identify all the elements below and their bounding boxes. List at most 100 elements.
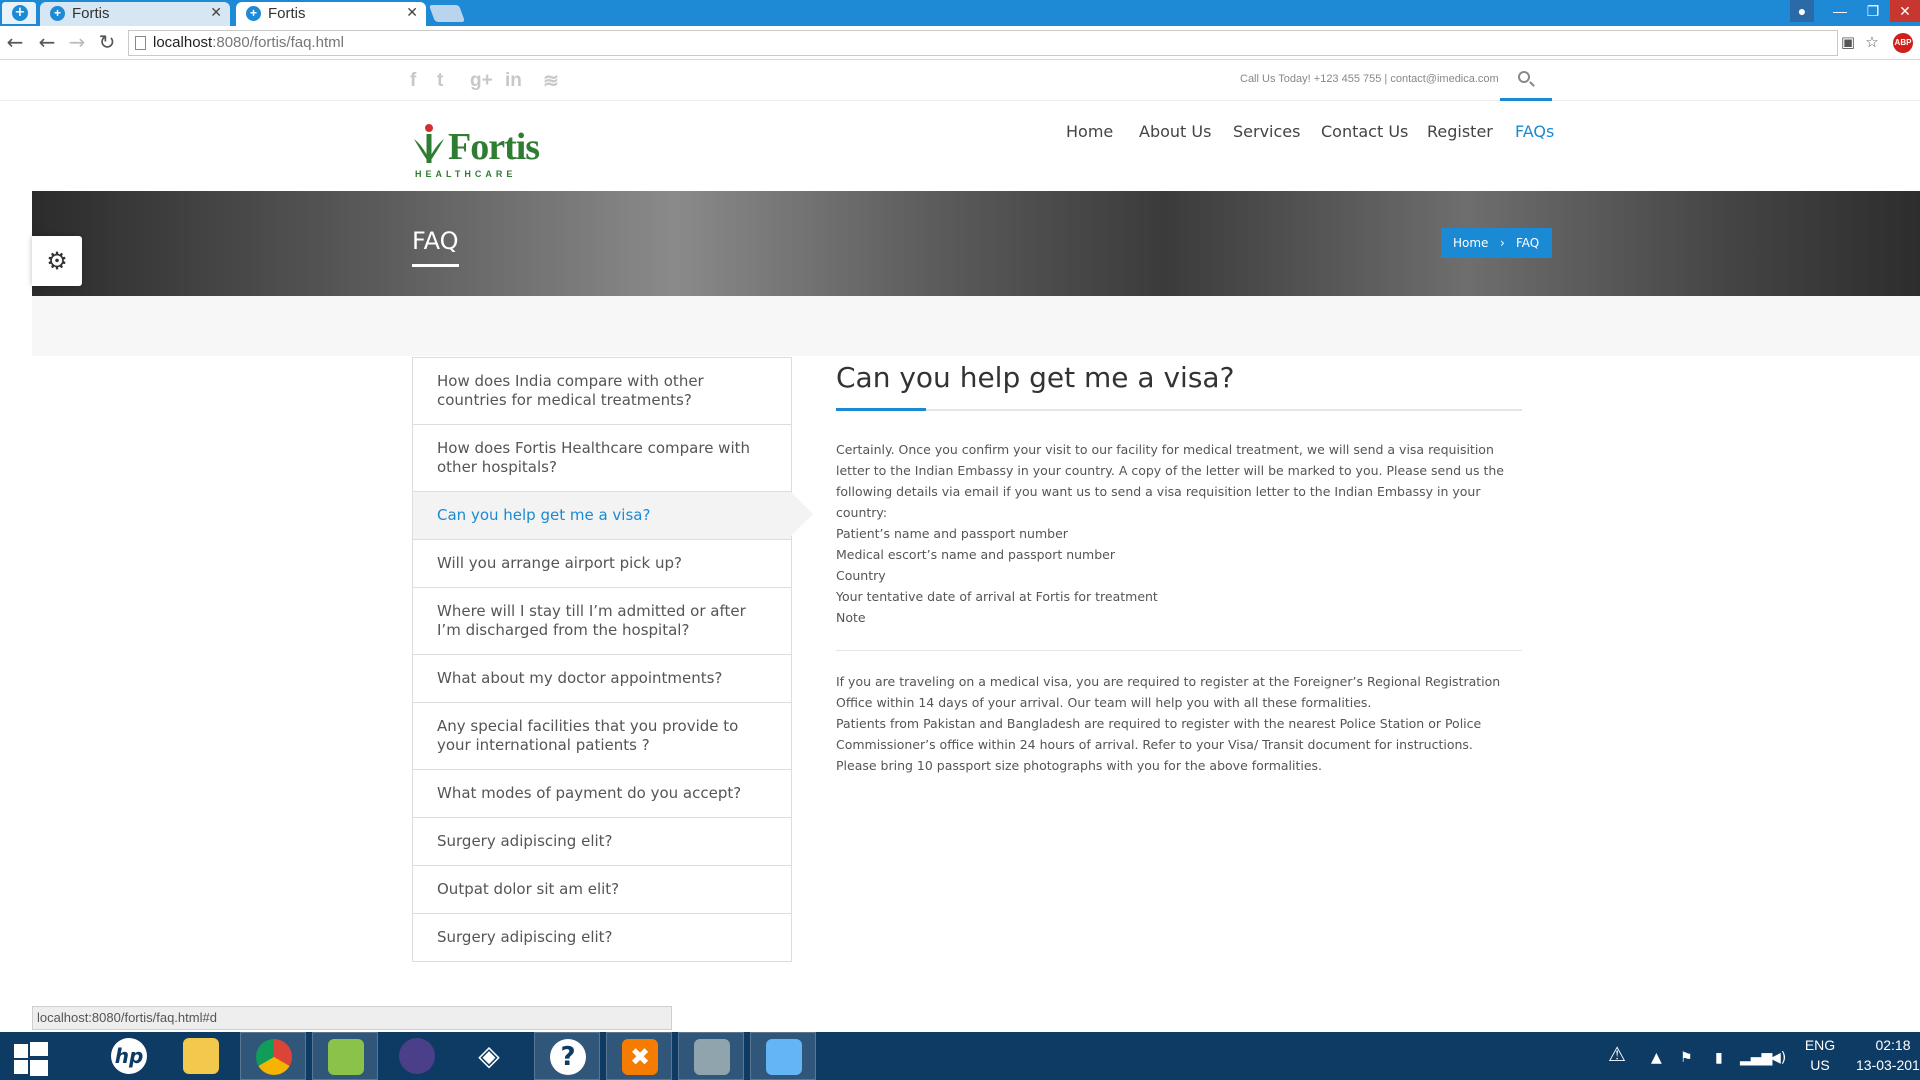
forward-button[interactable]: → xyxy=(66,31,88,53)
faq-item[interactable]: How does India compare with other countr… xyxy=(413,358,791,425)
nav-home[interactable]: Home xyxy=(1066,122,1113,141)
fortis-favicon-icon: + xyxy=(50,6,65,21)
faq-item-active[interactable]: Can you help get me a visa? xyxy=(413,492,813,540)
nav-faqs[interactable]: FAQs xyxy=(1515,122,1554,141)
eclipse-icon[interactable] xyxy=(384,1032,450,1080)
close-window-button[interactable]: ✕ xyxy=(1890,0,1920,22)
title-divider xyxy=(836,408,1522,411)
taskbar: hp ◈ ? ✖ ⚠ ▲ ⚑ ▮ ▂▄▆ ◀) ENG US 02:18 13-… xyxy=(0,1032,1920,1080)
site-header: Fortis HEALTHCARE Home About Us Services… xyxy=(0,101,1920,191)
page-icon xyxy=(135,36,146,50)
plus-icon: + xyxy=(12,5,28,21)
note-item: Please bring 10 passport size photograph… xyxy=(836,758,1323,773)
faq-item[interactable]: Any special facilities that you provide … xyxy=(413,703,791,770)
twitter-icon[interactable]: t xyxy=(437,70,443,92)
note-item: If you are traveling on a medical visa, … xyxy=(836,674,1501,710)
back-arrow-icon[interactable]: ← xyxy=(4,31,26,53)
breadcrumb-home[interactable]: Home xyxy=(1453,228,1488,258)
address-bar[interactable]: localhost:8080/fortis/faq.html xyxy=(128,30,1838,56)
contact-info: Call Us Today! +123 455 755 | contact@im… xyxy=(1240,73,1499,85)
file-explorer-icon[interactable] xyxy=(168,1032,234,1080)
linkedin-icon[interactable]: in xyxy=(505,70,522,92)
breadcrumb-current: FAQ xyxy=(1516,236,1540,250)
faq-item[interactable]: What modes of payment do you accept? xyxy=(413,770,791,818)
language-region[interactable]: US xyxy=(1800,1057,1840,1073)
faq-item[interactable]: Outpat dolor sit am elit? xyxy=(413,866,791,914)
language-indicator[interactable]: ENG xyxy=(1800,1037,1840,1053)
light-band xyxy=(32,296,1920,356)
paint-icon[interactable] xyxy=(678,1032,744,1080)
faq-item[interactable]: What about my doctor appointments? xyxy=(413,655,791,703)
help-icon[interactable]: ? xyxy=(534,1032,600,1080)
rss-icon[interactable]: ≋ xyxy=(543,70,559,93)
faq-item[interactable]: How does Fortis Healthcare compare with … xyxy=(413,425,791,492)
note-label: Note xyxy=(836,610,866,625)
page-banner: FAQ Home › FAQ xyxy=(32,191,1920,296)
help-warning-icon[interactable]: ⚠ xyxy=(1608,1042,1626,1066)
translate-icon[interactable]: ▣ xyxy=(1838,32,1858,52)
search-button[interactable] xyxy=(1500,60,1552,101)
top-info-bar: f t g+ in ≋ Call Us Today! +123 455 755 … xyxy=(0,60,1920,101)
clock-date[interactable]: 13-03-201 xyxy=(1856,1057,1920,1073)
notepad-icon[interactable] xyxy=(312,1032,378,1080)
detail-item: Medical escort’s name and passport numbe… xyxy=(836,547,1115,562)
new-tab-button[interactable] xyxy=(428,5,466,22)
close-icon[interactable]: ✕ xyxy=(406,4,418,21)
nav-services[interactable]: Services xyxy=(1233,122,1300,141)
xampp-icon[interactable]: ✖ xyxy=(606,1032,672,1080)
chevron-up-icon[interactable]: ▲ xyxy=(1651,1050,1662,1066)
faq-item[interactable]: Surgery adipiscing elit? xyxy=(413,818,791,866)
volume-icon[interactable]: ◀) xyxy=(1770,1050,1786,1066)
bookmark-star-icon[interactable]: ☆ xyxy=(1862,32,1882,52)
maximize-button[interactable]: ❐ xyxy=(1858,0,1888,22)
back-button[interactable]: ← xyxy=(36,31,58,53)
user-icon[interactable]: ● xyxy=(1790,0,1814,22)
browser-tab[interactable]: + Fortis ✕ xyxy=(40,2,230,26)
faq-item[interactable]: Will you arrange airport pick up? xyxy=(413,540,791,588)
close-icon[interactable]: ✕ xyxy=(210,4,222,21)
breadcrumb: Home › FAQ xyxy=(1441,228,1552,258)
chrome-menu-tab[interactable]: + xyxy=(2,2,36,24)
facebook-icon[interactable]: f xyxy=(410,70,416,92)
answer-body: Certainly. Once you confirm your visit t… xyxy=(836,439,1522,776)
google-plus-icon[interactable]: g+ xyxy=(470,70,493,92)
browser-tab-active[interactable]: + Fortis ✕ xyxy=(236,2,426,26)
flag-icon[interactable]: ⚑ xyxy=(1680,1050,1693,1066)
faq-item[interactable]: Surgery adipiscing elit? xyxy=(413,914,791,962)
logo-wordmark: Fortis xyxy=(448,126,540,168)
chrome-icon[interactable] xyxy=(240,1032,306,1080)
answer-intro: Certainly. Once you confirm your visit t… xyxy=(836,442,1504,520)
clock-time[interactable]: 02:18 xyxy=(1866,1037,1920,1053)
adblock-icon[interactable]: ABP xyxy=(1893,33,1913,53)
question-title: Can you help get me a visa? xyxy=(836,361,1235,394)
settings-button[interactable]: ⚙ xyxy=(32,236,82,286)
browser-toolbar: ← ← → ↻ localhost:8080/fortis/faq.html ▣… xyxy=(0,26,1920,60)
nav-register[interactable]: Register xyxy=(1427,122,1493,141)
title-underline xyxy=(412,264,459,267)
gear-icon: ⚙ xyxy=(46,247,68,275)
search-icon xyxy=(1518,71,1530,83)
tab-title: Fortis xyxy=(72,5,110,22)
fortis-logo[interactable]: Fortis HEALTHCARE xyxy=(412,117,544,183)
divider xyxy=(836,650,1522,651)
nav-about-us[interactable]: About Us xyxy=(1139,122,1211,141)
reload-button[interactable]: ↻ xyxy=(96,31,118,53)
network-icon[interactable]: ▂▄▆ xyxy=(1740,1050,1772,1066)
hp-icon[interactable]: hp xyxy=(96,1032,162,1080)
page-title: FAQ xyxy=(412,227,459,255)
battery-icon[interactable]: ▮ xyxy=(1715,1050,1723,1066)
photos-icon[interactable] xyxy=(750,1032,816,1080)
tab-strip: + + Fortis ✕ + Fortis ✕ ● — ❐ ✕ xyxy=(0,0,1920,26)
faq-answer: Can you help get me a visa? Certainly. O… xyxy=(836,357,1522,776)
start-icon[interactable] xyxy=(0,1032,80,1080)
tab-title: Fortis xyxy=(268,5,306,22)
url-text: localhost:8080/fortis/faq.html xyxy=(153,34,344,51)
unity-icon[interactable]: ◈ xyxy=(456,1032,522,1080)
detail-item: Patient’s name and passport number xyxy=(836,526,1068,541)
faq-item[interactable]: Where will I stay till I’m admitted or a… xyxy=(413,588,791,655)
faq-list: How does India compare with other countr… xyxy=(412,357,813,962)
nav-contact-us[interactable]: Contact Us xyxy=(1321,122,1408,141)
minimize-button[interactable]: — xyxy=(1825,0,1855,22)
detail-item: Your tentative date of arrival at Fortis… xyxy=(836,589,1158,604)
fortis-favicon-icon: + xyxy=(246,6,261,21)
